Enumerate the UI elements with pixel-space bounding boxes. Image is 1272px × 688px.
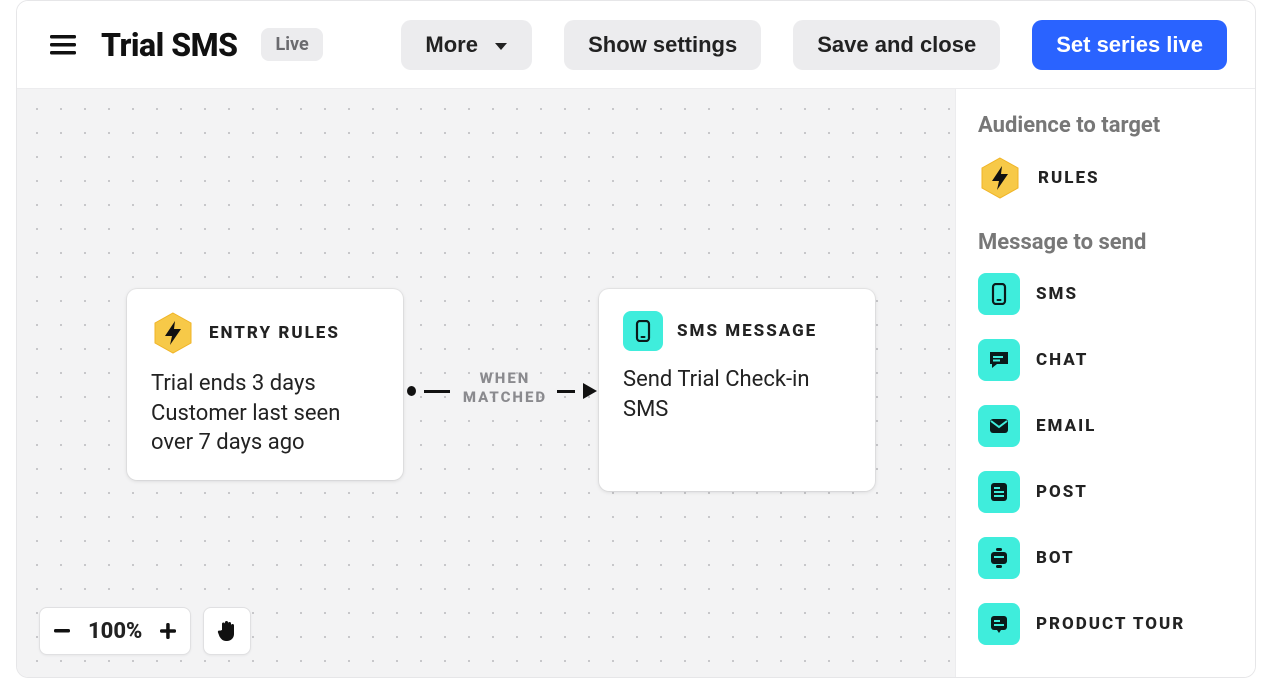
product-tour-icon xyxy=(978,603,1020,645)
status-badge: Live xyxy=(261,28,322,61)
entry-rules-node[interactable]: ENTRY RULES Trial ends 3 days Customer l… xyxy=(127,289,403,480)
hand-icon xyxy=(216,619,238,643)
canvas[interactable]: ENTRY RULES Trial ends 3 days Customer l… xyxy=(17,89,955,677)
topbar: Trial SMS Live More Show settings Save a… xyxy=(17,1,1255,89)
sms-message-node-title: SMS MESSAGE xyxy=(677,321,817,341)
palette-item-label: EMAIL xyxy=(1036,416,1096,436)
chat-icon xyxy=(978,339,1020,381)
entry-rule-line: Trial ends 3 days xyxy=(151,369,379,399)
sms-icon xyxy=(978,273,1020,315)
hamburger-menu-button[interactable] xyxy=(45,27,81,63)
palette-item-label: SMS xyxy=(1036,284,1078,304)
rules-hexagon-icon xyxy=(978,156,1022,200)
series-title: Trial SMS xyxy=(101,26,237,64)
palette-item-bot[interactable]: BOT xyxy=(978,537,1233,579)
plus-icon xyxy=(160,623,176,639)
side-panel: Audience to target RULES Message to send… xyxy=(955,89,1255,677)
entry-rules-node-title: ENTRY RULES xyxy=(209,323,340,343)
palette-item-label: POST xyxy=(1036,482,1088,502)
hamburger-icon xyxy=(50,35,76,55)
message-section-heading: Message to send xyxy=(978,230,1233,255)
app-frame: Trial SMS Live More Show settings Save a… xyxy=(16,0,1256,678)
email-icon xyxy=(978,405,1020,447)
show-settings-button[interactable]: Show settings xyxy=(564,20,761,70)
entry-rules-node-header: ENTRY RULES xyxy=(151,311,379,355)
palette-item-post[interactable]: POST xyxy=(978,471,1233,513)
zoom-box: 100% xyxy=(39,607,191,655)
palette-item-label: CHAT xyxy=(1036,350,1088,370)
palette-item-rules[interactable]: RULES xyxy=(978,156,1233,200)
palette-item-product-tour[interactable]: PRODUCT TOUR xyxy=(978,603,1233,645)
entry-rule-line: Customer last seen over 7 days ago xyxy=(151,399,379,458)
set-series-live-button[interactable]: Set series live xyxy=(1032,20,1227,70)
post-icon xyxy=(978,471,1020,513)
arrow-right-icon xyxy=(583,383,597,399)
zoom-out-button[interactable] xyxy=(40,607,84,655)
connector-label-line: WHEN xyxy=(445,369,565,388)
connector-label: WHEN MATCHED xyxy=(445,369,565,407)
pan-tool-button[interactable] xyxy=(203,607,251,655)
minus-icon xyxy=(54,629,70,633)
palette-item-sms[interactable]: SMS xyxy=(978,273,1233,315)
more-button[interactable]: More xyxy=(401,20,532,70)
rules-hexagon-icon xyxy=(151,311,195,355)
connector-label-line: MATCHED xyxy=(445,388,565,407)
connector-start-dot xyxy=(407,386,416,396)
sms-icon xyxy=(623,311,663,351)
bot-icon xyxy=(978,537,1020,579)
more-button-label: More xyxy=(425,32,478,57)
caret-down-icon xyxy=(494,42,508,52)
sms-message-node[interactable]: SMS MESSAGE Send Trial Check-in SMS xyxy=(599,289,875,491)
audience-section-heading: Audience to target xyxy=(978,113,1233,138)
sms-message-node-header: SMS MESSAGE xyxy=(623,311,851,351)
palette-item-label: RULES xyxy=(1038,168,1100,188)
zoom-in-button[interactable] xyxy=(146,607,190,655)
entry-rules-node-body: Trial ends 3 days Customer last seen ove… xyxy=(151,369,379,458)
palette-item-label: BOT xyxy=(1036,548,1075,568)
palette-item-email[interactable]: EMAIL xyxy=(978,405,1233,447)
sms-message-node-body: Send Trial Check-in SMS xyxy=(623,365,851,424)
zoom-level: 100% xyxy=(84,619,146,644)
palette-item-label: PRODUCT TOUR xyxy=(1036,614,1185,634)
palette-item-chat[interactable]: CHAT xyxy=(978,339,1233,381)
save-and-close-button[interactable]: Save and close xyxy=(793,20,1000,70)
zoom-controls: 100% xyxy=(39,607,251,655)
